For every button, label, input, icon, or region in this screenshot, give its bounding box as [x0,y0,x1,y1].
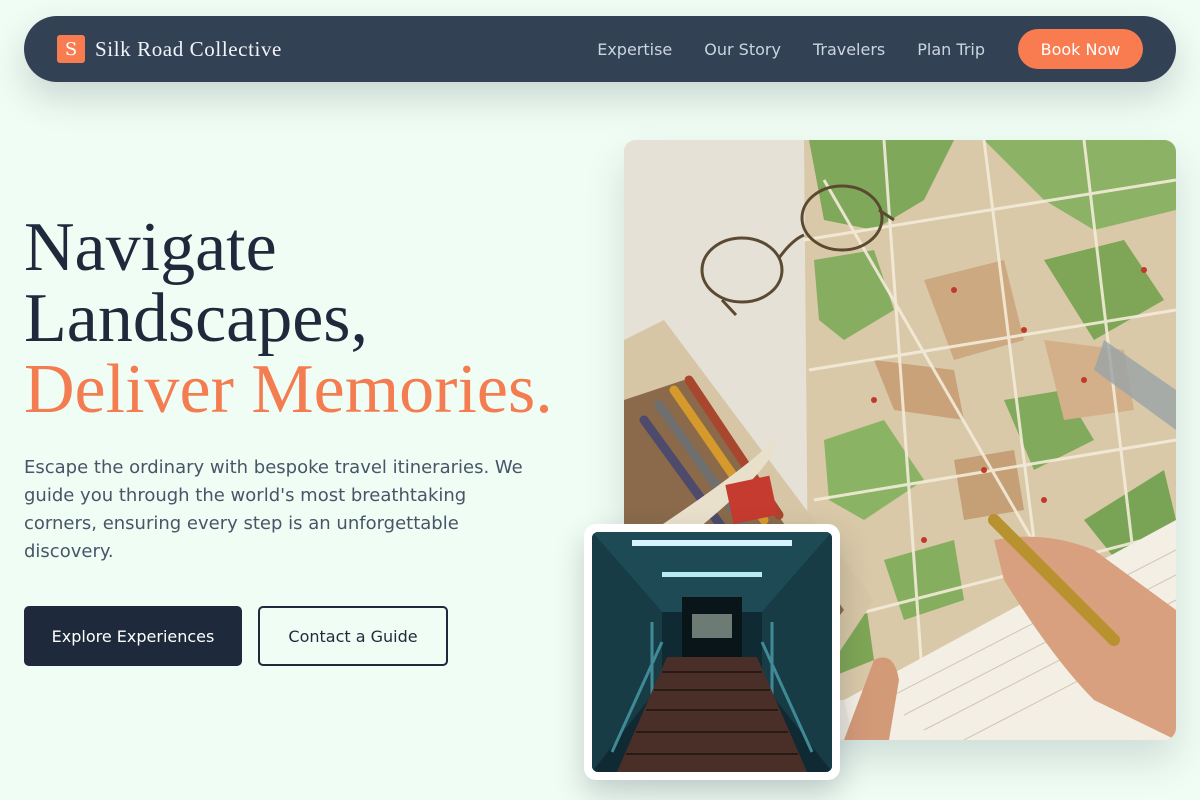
brand-logo[interactable]: S Silk Road Collective [57,35,282,63]
nav-links: Expertise Our Story Travelers Plan Trip [597,40,985,59]
stairway-corridor-photo-card [584,524,840,780]
hero-title: Navigate Landscapes, Deliver Memories. [24,212,553,425]
nav-link-our-story[interactable]: Our Story [704,40,781,59]
stairway-corridor-photo [592,532,832,772]
hero-title-line-1: Navigate [24,209,277,286]
brand-mark-icon: S [57,35,85,63]
book-now-button[interactable]: Book Now [1018,29,1143,69]
brand-name: Silk Road Collective [95,36,282,61]
nav-link-plan-trip[interactable]: Plan Trip [917,40,985,59]
nav-link-expertise[interactable]: Expertise [597,40,672,59]
explore-experiences-button[interactable]: Explore Experiences [24,606,242,666]
contact-guide-button[interactable]: Contact a Guide [258,606,448,666]
hero-title-line-2: Landscapes, [24,280,369,357]
hero-title-accent: Deliver Memories. [24,351,553,428]
nav-link-travelers[interactable]: Travelers [813,40,885,59]
top-navbar: S Silk Road Collective Expertise Our Sto… [24,16,1176,82]
hero-description: Escape the ordinary with bespoke travel … [24,457,523,562]
